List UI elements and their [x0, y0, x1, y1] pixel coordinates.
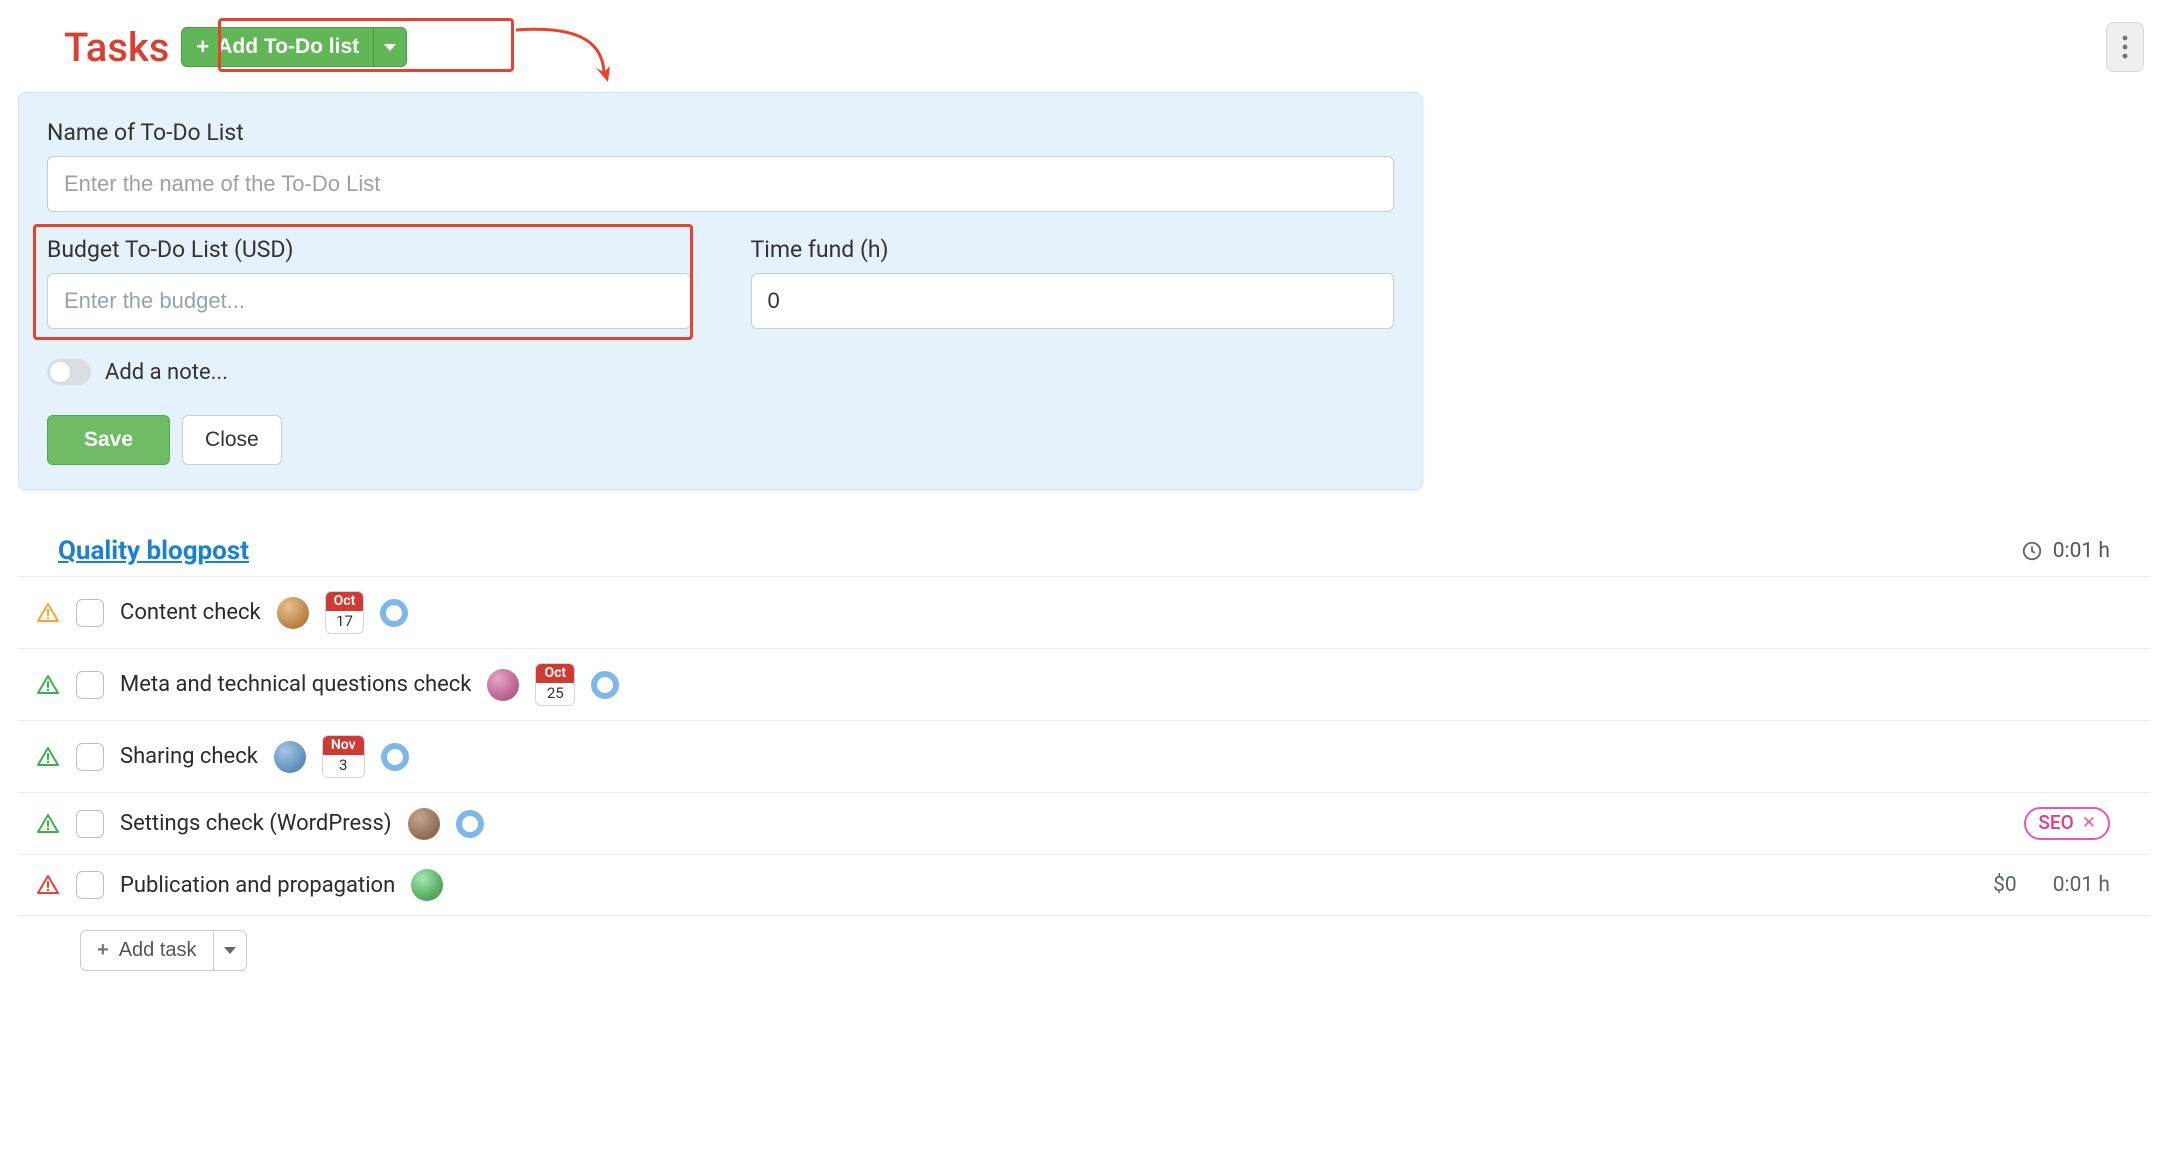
close-button[interactable]: Close — [182, 415, 282, 465]
task-name[interactable]: Sharing check — [120, 744, 258, 769]
plus-icon: + — [97, 939, 109, 962]
warning-icon — [36, 673, 60, 697]
warning-icon — [36, 601, 60, 625]
chevron-down-icon — [384, 44, 396, 51]
task-row: Settings check (WordPress) SEO ✕ — [18, 792, 2150, 854]
task-checkbox[interactable] — [76, 871, 104, 899]
add-task-label: Add task — [119, 939, 197, 962]
task-row: Meta and technical questions check Oct 2… — [18, 648, 2150, 720]
annotation-arrow — [512, 20, 622, 90]
name-label: Name of To-Do List — [47, 119, 1394, 146]
page-header: Tasks + Add To-Do list — [18, 22, 2150, 72]
date-badge[interactable]: Oct 17 — [325, 591, 365, 634]
list-title[interactable]: Quality blogpost — [58, 536, 249, 566]
date-month: Nov — [323, 736, 364, 755]
task-row: Publication and propagation $0 0:01 h — [18, 854, 2150, 916]
task-checkbox[interactable] — [76, 810, 104, 838]
kebab-icon — [2122, 35, 2128, 59]
add-task-button[interactable]: + Add task — [80, 930, 214, 971]
avatar[interactable] — [277, 597, 309, 629]
avatar[interactable] — [274, 741, 306, 773]
task-time: 0:01 h — [2053, 873, 2110, 897]
date-badge[interactable]: Nov 3 — [322, 735, 365, 778]
date-month: Oct — [326, 592, 364, 611]
status-ring-icon[interactable] — [591, 671, 619, 699]
date-badge[interactable]: Oct 25 — [535, 663, 575, 706]
list-header: Quality blogpost 0:01 h — [18, 536, 2150, 576]
timefund-input[interactable] — [751, 273, 1395, 329]
status-ring-icon[interactable] — [456, 810, 484, 838]
add-todo-list-dropdown[interactable] — [374, 27, 407, 67]
date-day: 17 — [326, 611, 364, 633]
note-label: Add a note... — [105, 360, 228, 385]
timefund-label: Time fund (h) — [751, 236, 1395, 263]
more-menu-button[interactable] — [2106, 22, 2144, 72]
task-checkbox[interactable] — [76, 743, 104, 771]
task-checkbox[interactable] — [76, 599, 104, 627]
status-ring-icon[interactable] — [380, 599, 408, 627]
warning-icon — [36, 745, 60, 769]
date-day: 3 — [323, 755, 364, 777]
add-task-dropdown[interactable] — [214, 930, 247, 971]
save-button[interactable]: Save — [47, 415, 170, 465]
page-title: Tasks — [64, 24, 169, 71]
warning-icon — [36, 812, 60, 836]
task-cost: $0 — [1993, 873, 2017, 897]
task-row: Content check Oct 17 — [18, 576, 2150, 648]
add-todo-list-group: + Add To-Do list — [181, 27, 407, 67]
date-month: Oct — [536, 664, 574, 683]
plus-icon: + — [196, 36, 209, 58]
add-task-wrap: + Add task — [18, 916, 2150, 971]
note-toggle[interactable] — [47, 359, 91, 385]
task-checkbox[interactable] — [76, 671, 104, 699]
budget-label: Budget To-Do List (USD) — [47, 236, 691, 263]
status-ring-icon[interactable] — [381, 743, 409, 771]
add-todo-list-label: Add To-Do list — [217, 35, 359, 59]
new-todo-list-panel: Name of To-Do List Budget To-Do List (US… — [18, 92, 1423, 490]
task-list: Content check Oct 17 Meta and technical … — [18, 576, 2150, 916]
avatar[interactable] — [408, 808, 440, 840]
task-tag[interactable]: SEO ✕ — [2024, 807, 2110, 840]
date-day: 25 — [536, 683, 574, 705]
task-name[interactable]: Settings check (WordPress) — [120, 811, 392, 836]
avatar[interactable] — [411, 869, 443, 901]
task-name[interactable]: Meta and technical questions check — [120, 672, 471, 697]
add-todo-list-button[interactable]: + Add To-Do list — [181, 27, 374, 67]
name-input[interactable] — [47, 156, 1394, 212]
clock-icon — [2021, 540, 2043, 562]
tag-label: SEO — [2038, 811, 2073, 834]
avatar[interactable] — [487, 669, 519, 701]
task-name[interactable]: Content check — [120, 600, 261, 625]
list-total-time: 0:01 h — [2053, 539, 2110, 563]
budget-input[interactable] — [47, 273, 691, 329]
task-name[interactable]: Publication and propagation — [120, 873, 395, 898]
chevron-down-icon — [224, 947, 236, 954]
close-icon[interactable]: ✕ — [2082, 813, 2096, 833]
warning-icon — [36, 873, 60, 897]
task-row: Sharing check Nov 3 — [18, 720, 2150, 792]
